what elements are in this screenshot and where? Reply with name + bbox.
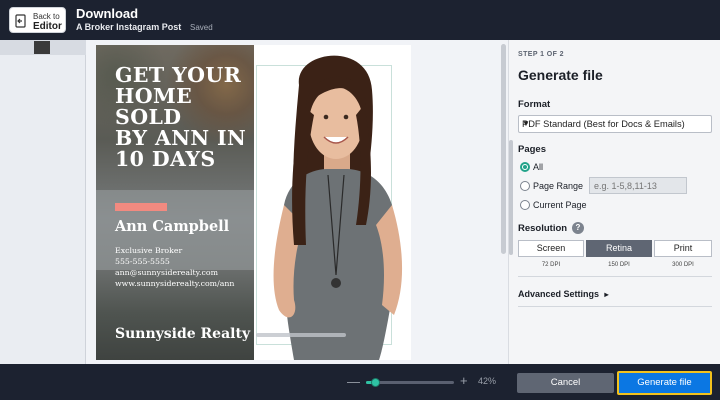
resolution-retina[interactable]: Retina: [586, 240, 652, 257]
brand-name: Sunnyside Realty: [115, 326, 251, 342]
agent-name: Ann Campbell: [115, 218, 230, 235]
format-label: Format: [518, 99, 551, 110]
headline-line: GET YOUR: [115, 63, 242, 87]
page-thumbnails: [0, 40, 86, 364]
divider: [518, 306, 712, 307]
page-range-input[interactable]: [589, 177, 687, 194]
accent-bar: [115, 203, 167, 211]
panel-footer: Cancel Generate file: [508, 364, 720, 400]
agent-phone: 555-555-5555: [115, 257, 170, 266]
resolution-print[interactable]: Print: [654, 240, 712, 257]
back-arrow-icon: [15, 14, 26, 28]
canvas-scrollbar[interactable]: [501, 44, 506, 254]
zoom-out-icon[interactable]: —: [347, 374, 360, 389]
format-select[interactable]: PDF Standard (Best for Docs & Emails) ▼: [518, 115, 712, 133]
thumbnail-row[interactable]: [0, 40, 86, 55]
dpi-print: 300 DPI: [672, 262, 694, 268]
resolution-screen[interactable]: Screen: [518, 240, 584, 257]
back-label-line1: Back to: [33, 12, 60, 21]
headline-line: HOME: [115, 84, 193, 108]
generate-file-button[interactable]: Generate file: [617, 371, 712, 395]
zoom-value: 42%: [478, 376, 497, 386]
design-name: A Broker Instagram Post: [76, 22, 182, 32]
agent-photo: [273, 55, 403, 360]
panel-title: Generate file: [518, 67, 603, 83]
step-indicator: STEP 1 OF 2: [518, 51, 564, 58]
radio-current-page-label[interactable]: Current Page: [533, 200, 587, 210]
radio-page-range[interactable]: [520, 181, 530, 191]
zoom-bar: — + 42%: [0, 364, 508, 400]
chevron-down-icon: ▼: [522, 119, 530, 128]
resolution-label: Resolution: [518, 223, 568, 234]
back-to-editor-button[interactable]: Back to Editor: [9, 7, 66, 33]
panel-scrollbar[interactable]: [509, 140, 513, 255]
page-title: Download: [76, 6, 139, 21]
zoom-slider-handle[interactable]: [370, 378, 380, 387]
radio-page-range-label[interactable]: Page Range: [533, 181, 583, 191]
caret-right-icon: ▸: [604, 290, 609, 299]
advanced-settings-toggle[interactable]: Advanced Settings ▸: [518, 289, 609, 299]
headline-line: SOLD: [115, 105, 182, 129]
agent-title: Exclusive Broker: [115, 246, 183, 255]
headline-line: BY ANN IN: [115, 126, 247, 150]
zoom-slider[interactable]: [366, 378, 454, 387]
cancel-button[interactable]: Cancel: [517, 373, 614, 393]
radio-all-label[interactable]: All: [533, 162, 543, 172]
agent-website: www.sunnysiderealty.com/ann: [115, 279, 235, 288]
advanced-settings-label: Advanced Settings: [518, 289, 600, 299]
generate-file-panel: STEP 1 OF 2 Generate file Format PDF Sta…: [508, 40, 720, 364]
help-icon[interactable]: ?: [572, 222, 584, 234]
design-preview: GET YOUR HOME SOLD BY ANN IN 10 DAYS Ann…: [96, 45, 411, 360]
radio-current-page[interactable]: [520, 200, 530, 210]
top-bar: Back to Editor Download A Broker Instagr…: [0, 0, 720, 40]
pages-label: Pages: [518, 144, 546, 155]
dpi-retina: 150 DPI: [608, 262, 630, 268]
flyer-headline: GET YOUR HOME SOLD BY ANN IN 10 DAYS: [115, 65, 250, 170]
back-label-line2: Editor: [33, 21, 62, 32]
divider: [518, 276, 712, 277]
dpi-screen: 72 DPI: [541, 262, 561, 268]
save-status: Saved: [190, 23, 213, 32]
headline-line: 10 DAYS: [115, 147, 216, 171]
page-thumbnail[interactable]: [34, 41, 50, 54]
canvas-horizontal-scrollbar[interactable]: [256, 333, 346, 337]
radio-all[interactable]: [520, 162, 530, 172]
zoom-in-icon[interactable]: +: [460, 373, 468, 388]
agent-email: ann@sunnysiderealty.com: [115, 268, 218, 277]
